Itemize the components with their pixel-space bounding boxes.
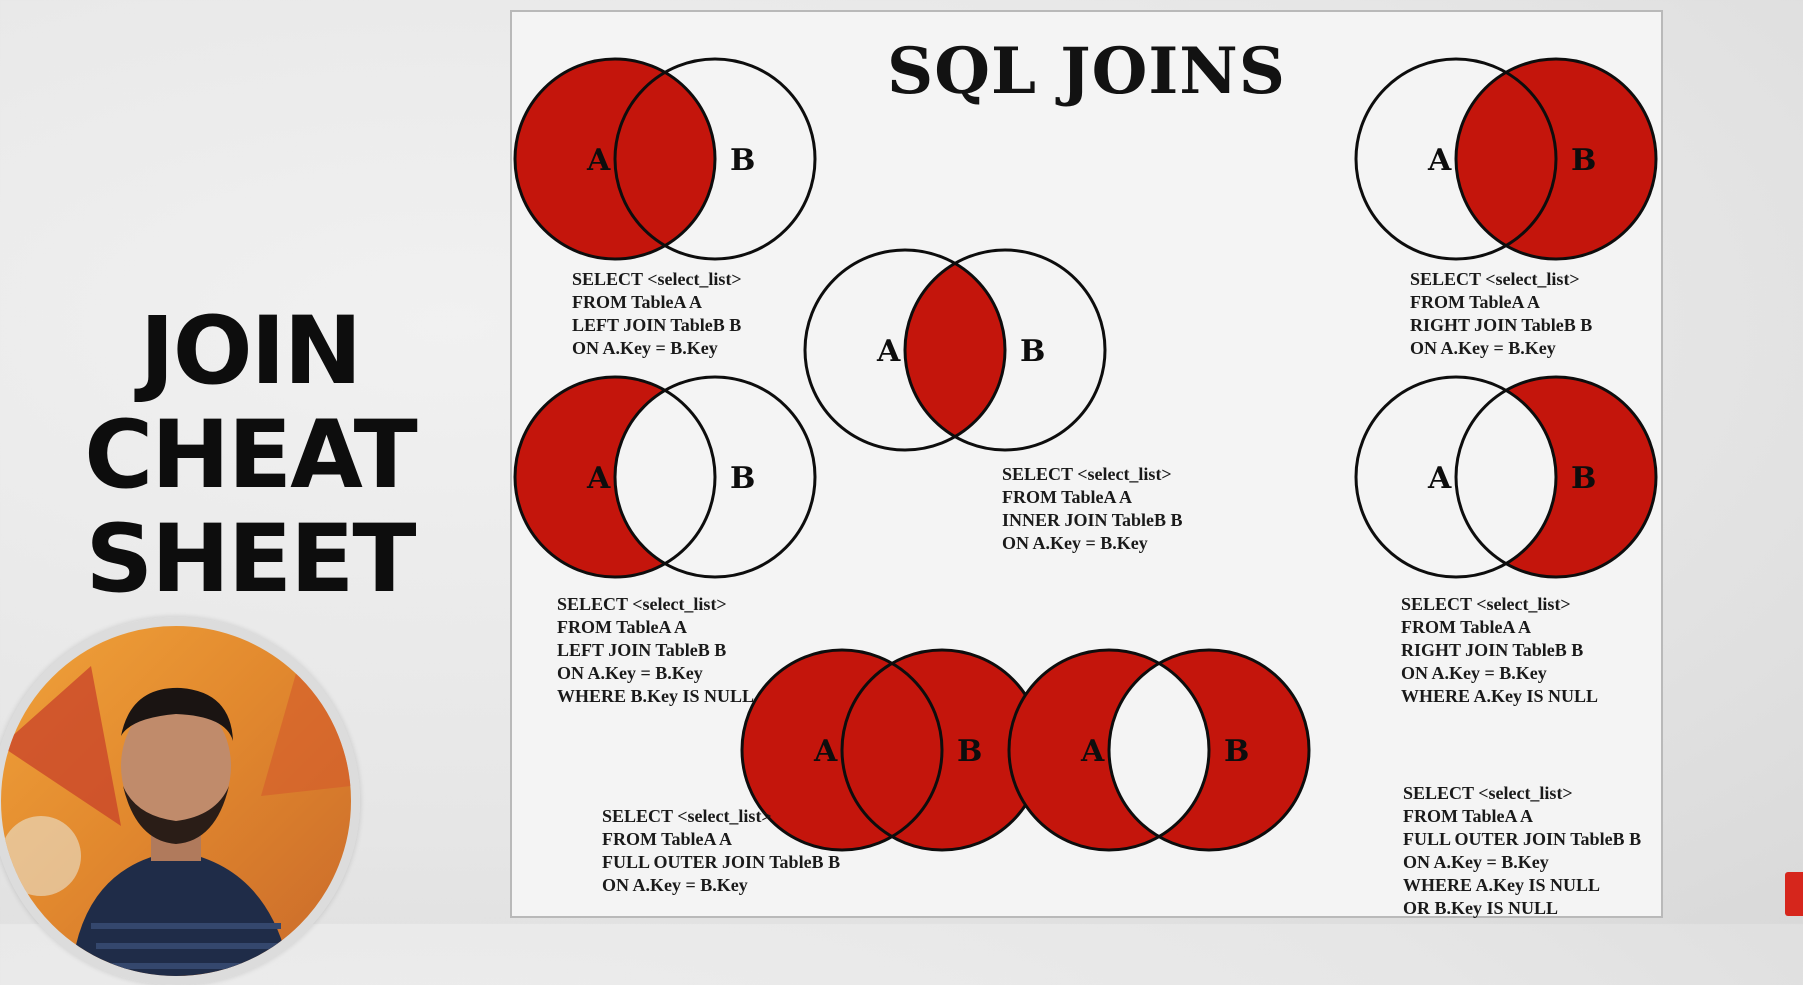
venn-label-b: B (1571, 461, 1596, 496)
sql-line: FROM TableA A (602, 829, 733, 849)
sql-joins-diagram: SQL JOINS A B A B A B A B A B A B A B SE… (510, 10, 1663, 918)
cheat-sheet-title: JOIN CHEAT SHEET (60, 300, 440, 612)
venn-label-a: A (1427, 143, 1452, 178)
sql-full-outer: SELECT <select_list> FROM TableA A FULL OU… (602, 805, 840, 897)
venn-left-excluding: A B (513, 375, 817, 579)
sql-line: SELECT <select_list> (1002, 464, 1172, 484)
sql-line: FROM TableA A (1410, 292, 1541, 312)
venn-label-a: A (876, 334, 901, 369)
sql-line: LEFT JOIN TableB B (557, 640, 727, 660)
venn-label-a: A (813, 734, 838, 769)
venn-label-b: B (730, 461, 755, 496)
sql-line: ON A.Key = B.Key (572, 338, 718, 358)
venn-label-a: A (1080, 734, 1105, 769)
sql-line: ON A.Key = B.Key (1403, 852, 1549, 872)
sql-line: ON A.Key = B.Key (1002, 533, 1148, 553)
sql-line: ON A.Key = B.Key (1401, 663, 1547, 683)
venn-label-b: B (730, 143, 755, 178)
venn-right-excluding: A B (1354, 375, 1658, 579)
sql-left-join: SELECT <select_list> FROM TableA A LEFT JO… (572, 268, 742, 360)
sql-full-outer-excluding: SELECT <select_list> FROM TableA A FULL OU… (1403, 782, 1641, 920)
sql-line: ON A.Key = B.Key (557, 663, 703, 683)
sql-line: SELECT <select_list> (1403, 783, 1573, 803)
sql-line: FROM TableA A (1002, 487, 1133, 507)
sql-line: FROM TableA A (572, 292, 703, 312)
channel-badge (1785, 872, 1803, 916)
title-line-join: JOIN (139, 297, 363, 406)
sql-right-join: SELECT <select_list> FROM TableA A RIGHT J… (1410, 268, 1592, 360)
sql-line: RIGHT JOIN TableB B (1410, 315, 1593, 335)
sql-line: LEFT JOIN TableB B (572, 315, 742, 335)
venn-label-a: A (1427, 461, 1452, 496)
sql-line: RIGHT JOIN TableB B (1401, 640, 1584, 660)
sql-left-excluding: SELECT <select_list> FROM TableA A LEFT JO… (557, 593, 754, 708)
sql-line: INNER JOIN TableB B (1002, 510, 1183, 530)
venn-label-b: B (1020, 334, 1045, 369)
sql-line: SELECT <select_list> (557, 594, 727, 614)
sql-line: FROM TableA A (1403, 806, 1534, 826)
presenter-avatar (0, 617, 360, 985)
sql-inner-join: SELECT <select_list> FROM TableA A INNER J… (1002, 463, 1183, 555)
sql-right-excluding: SELECT <select_list> FROM TableA A RIGHT J… (1401, 593, 1598, 708)
sql-line: OR B.Key IS NULL (1403, 898, 1559, 918)
sql-line: FULL OUTER JOIN TableB B (602, 852, 841, 872)
sql-line: FROM TableA A (557, 617, 688, 637)
sql-line: SELECT <select_list> (602, 806, 772, 826)
title-line-cheat: CHEAT (84, 401, 417, 510)
venn-label-b: B (1224, 734, 1249, 769)
venn-left-join: A B (513, 57, 817, 261)
venn-label-b: B (957, 734, 982, 769)
venn-label-a: A (586, 461, 611, 496)
sql-line: WHERE B.Key IS NULL (557, 686, 755, 706)
venn-right-join: A B (1354, 57, 1658, 261)
venn-label-a: A (586, 143, 611, 178)
title-line-sheet: SHEET (85, 505, 417, 614)
sql-line: FROM TableA A (1401, 617, 1532, 637)
sql-line: SELECT <select_list> (572, 269, 742, 289)
venn-inner-join: A B (803, 248, 1107, 452)
venn-label-b: B (1571, 143, 1596, 178)
sql-line: SELECT <select_list> (1401, 594, 1571, 614)
sql-line: WHERE A.Key IS NULL (1403, 875, 1601, 895)
sql-line: ON A.Key = B.Key (1410, 338, 1556, 358)
sql-line: FULL OUTER JOIN TableB B (1403, 829, 1642, 849)
sql-line: SELECT <select_list> (1410, 269, 1580, 289)
venn-full-outer-excluding: A B (1007, 648, 1311, 852)
sql-line: WHERE A.Key IS NULL (1401, 686, 1599, 706)
sql-line: ON A.Key = B.Key (602, 875, 748, 895)
